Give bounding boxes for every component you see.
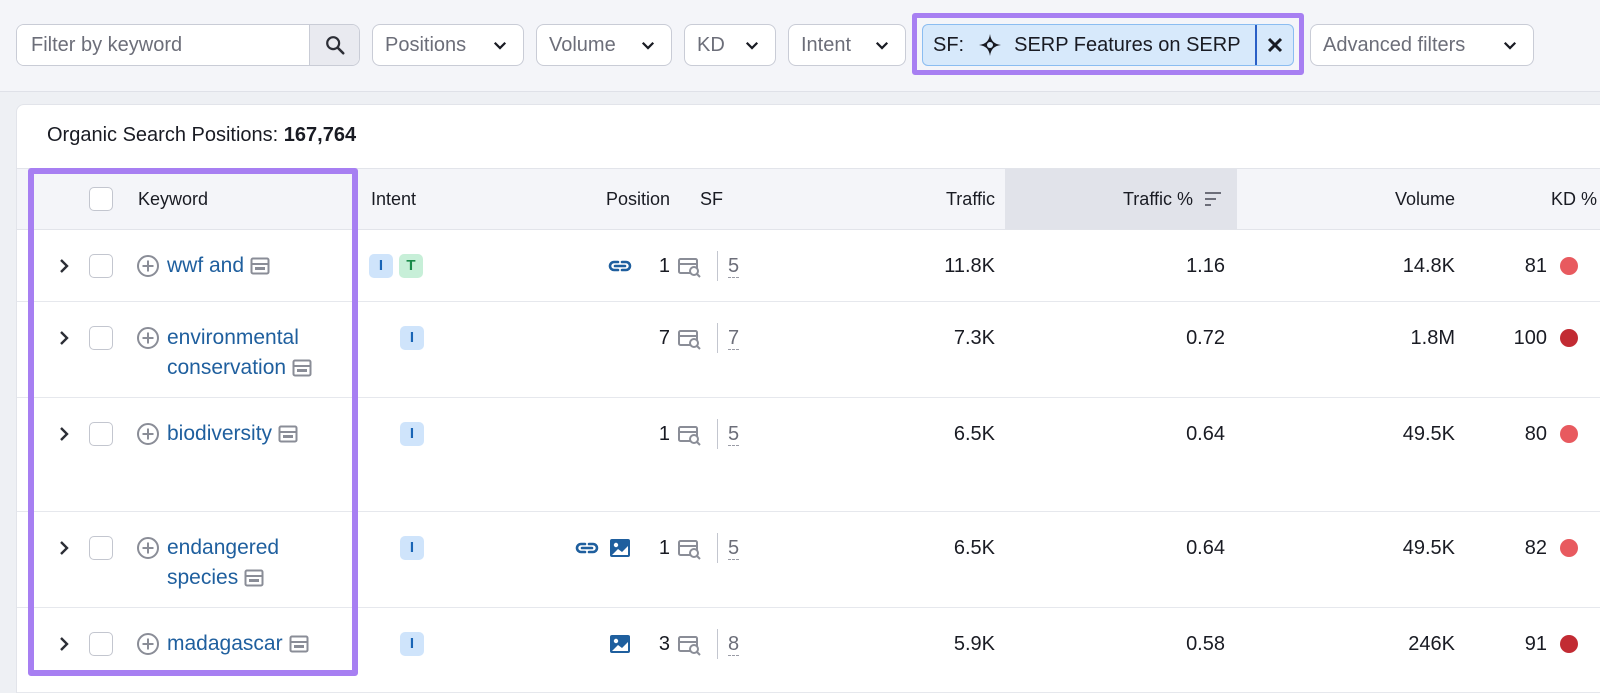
volume-value: 49.5K: [1402, 537, 1455, 559]
traffic-value: 6.5K: [953, 423, 995, 445]
kd-difficulty-dot: [1560, 539, 1578, 557]
sf-divider: [717, 251, 718, 281]
serp-features-cell-icon[interactable]: [677, 423, 703, 447]
traffic-pct-value: 1.16: [1186, 255, 1225, 277]
intent-dropdown[interactable]: Intent: [788, 24, 906, 66]
chevron-down-icon: [875, 41, 889, 50]
summary-count: 167,764: [283, 124, 357, 146]
sf-count[interactable]: 5: [728, 423, 740, 446]
summary-label: Organic Search Positions:: [47, 124, 279, 146]
col-position[interactable]: Position: [537, 169, 670, 229]
serp-features-cell-icon[interactable]: [677, 633, 703, 657]
serp-features-cell-icon[interactable]: [677, 327, 703, 351]
col-sf[interactable]: SF: [700, 169, 723, 229]
sort-descending-icon[interactable]: [1203, 189, 1223, 209]
kd-value: 80: [1524, 423, 1547, 445]
intent-badge: I: [400, 536, 424, 560]
serp-features-cell-icon[interactable]: [677, 255, 703, 279]
sf-divider: [717, 629, 718, 659]
sf-count[interactable]: 5: [728, 537, 740, 560]
traffic-pct-value: 0.64: [1186, 423, 1225, 445]
keyword-column-highlight: [28, 168, 358, 676]
volume-label: Volume: [549, 33, 616, 56]
kd-label: KD: [697, 33, 725, 56]
traffic-pct-value: 0.58: [1186, 633, 1225, 655]
sf-count[interactable]: 5: [728, 255, 740, 278]
kd-difficulty-dot: [1560, 635, 1578, 653]
position-value: 7: [658, 327, 670, 349]
positions-dropdown[interactable]: Positions: [372, 24, 524, 66]
intent-badge: I: [400, 632, 424, 656]
positions-summary: Organic Search Positions: 167,764: [47, 124, 356, 147]
serp-features-icon: [979, 34, 1002, 56]
volume-dropdown[interactable]: Volume: [536, 24, 672, 66]
filter-bar: Positions Volume KD Intent SF: SERP Feat…: [0, 0, 1600, 92]
search-icon: [325, 36, 345, 55]
traffic-value: 11.8K: [944, 255, 995, 277]
sf-count[interactable]: 8: [728, 633, 740, 656]
search-button[interactable]: [309, 25, 359, 65]
positions-label: Positions: [385, 33, 467, 56]
position-value: 1: [658, 537, 670, 559]
kd-value: 82: [1524, 537, 1547, 559]
position-value: 1: [658, 255, 670, 277]
col-intent[interactable]: Intent: [371, 169, 416, 229]
position-value: 3: [658, 633, 670, 655]
kd-difficulty-dot: [1560, 425, 1578, 443]
sf-count[interactable]: 7: [728, 327, 740, 350]
chevron-down-icon: [745, 41, 759, 50]
traffic-pct-value: 0.72: [1186, 327, 1225, 349]
traffic-pct-value: 0.64: [1186, 537, 1225, 559]
advanced-filters-label: Advanced filters: [1323, 33, 1466, 56]
keyword-filter-input[interactable]: [17, 25, 310, 65]
position-value: 1: [658, 423, 670, 445]
sf-chip-prefix: SF:: [933, 33, 965, 56]
link-icon: [574, 536, 600, 560]
sf-chip-text: SERP Features on SERP: [1014, 33, 1241, 56]
volume-value: 49.5K: [1402, 423, 1455, 445]
kd-dropdown[interactable]: KD: [684, 24, 776, 66]
sf-filter-chip[interactable]: SF: SERP Features on SERP: [922, 24, 1294, 66]
intent-label: Intent: [801, 33, 852, 56]
traffic-value: 7.3K: [953, 327, 995, 349]
col-traffic[interactable]: Traffic: [837, 169, 995, 229]
intent-badge: I: [369, 254, 393, 278]
kd-difficulty-dot: [1560, 257, 1578, 275]
close-icon: [1267, 37, 1283, 53]
advanced-filters-dropdown[interactable]: Advanced filters: [1310, 24, 1534, 66]
sf-divider: [717, 533, 718, 563]
volume-value: 1.8M: [1410, 327, 1455, 349]
serp-features-cell-icon[interactable]: [677, 537, 703, 561]
traffic-value: 5.9K: [953, 633, 995, 655]
kd-value: 100: [1513, 327, 1547, 349]
sf-divider: [717, 419, 718, 449]
kd-value: 81: [1524, 255, 1547, 277]
chevron-down-icon: [1503, 41, 1517, 50]
chevron-down-icon: [493, 41, 507, 50]
intent-badge: T: [399, 254, 423, 278]
intent-badge: I: [400, 422, 424, 446]
kd-value: 91: [1524, 633, 1547, 655]
col-traffic-pct[interactable]: Traffic %: [1037, 169, 1193, 229]
col-kd[interactable]: KD %: [1457, 169, 1597, 229]
volume-value: 246K: [1408, 633, 1455, 655]
sf-chip-remove-button[interactable]: [1255, 25, 1293, 65]
col-volume[interactable]: Volume: [1267, 169, 1455, 229]
chevron-down-icon: [641, 41, 655, 50]
volume-value: 14.8K: [1402, 255, 1455, 277]
kd-difficulty-dot: [1560, 329, 1578, 347]
sf-divider: [717, 323, 718, 353]
intent-badge: I: [400, 326, 424, 350]
traffic-value: 6.5K: [953, 537, 995, 559]
keyword-filter: [16, 24, 360, 66]
